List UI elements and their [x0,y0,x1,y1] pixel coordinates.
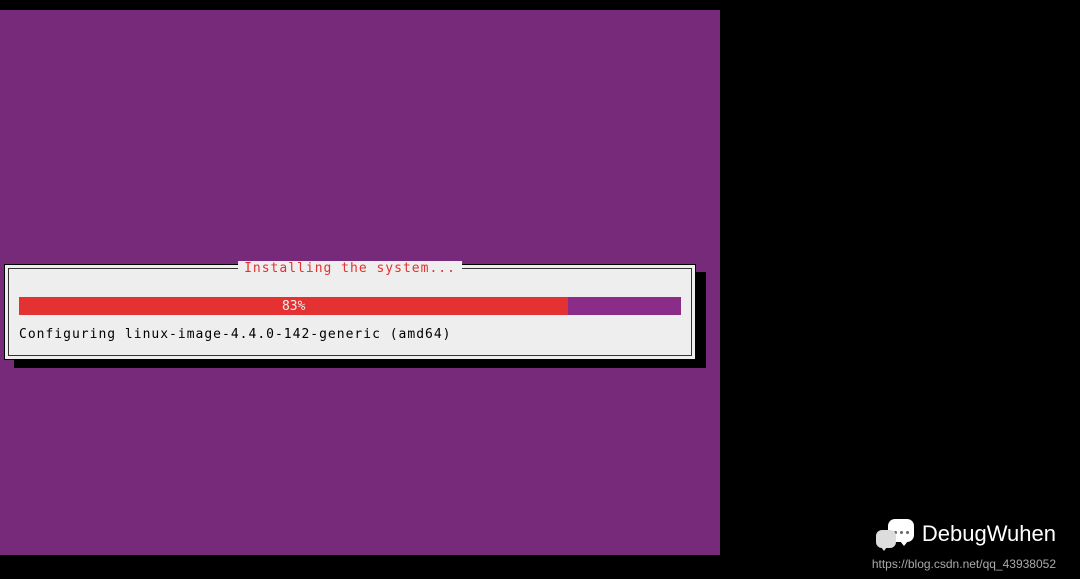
install-dialog: Installing the system... 83% Configuring… [4,264,696,360]
watermark-url: https://blog.csdn.net/qq_43938052 [872,557,1056,571]
progress-bar-track: 83% [19,297,681,315]
wechat-icon [876,517,914,551]
watermark-name: DebugWuhen [922,521,1056,547]
install-status-text: Configuring linux-image-4.4.0-142-generi… [19,327,452,342]
dialog-border: Installing the system... 83% Configuring… [8,268,692,356]
watermark: DebugWuhen [876,517,1056,551]
progress-percent-label: 83% [282,299,305,314]
progress-bar-fill: 83% [19,297,568,315]
installer-background: Installing the system... 83% Configuring… [0,10,720,555]
dialog-title: Installing the system... [238,261,462,276]
